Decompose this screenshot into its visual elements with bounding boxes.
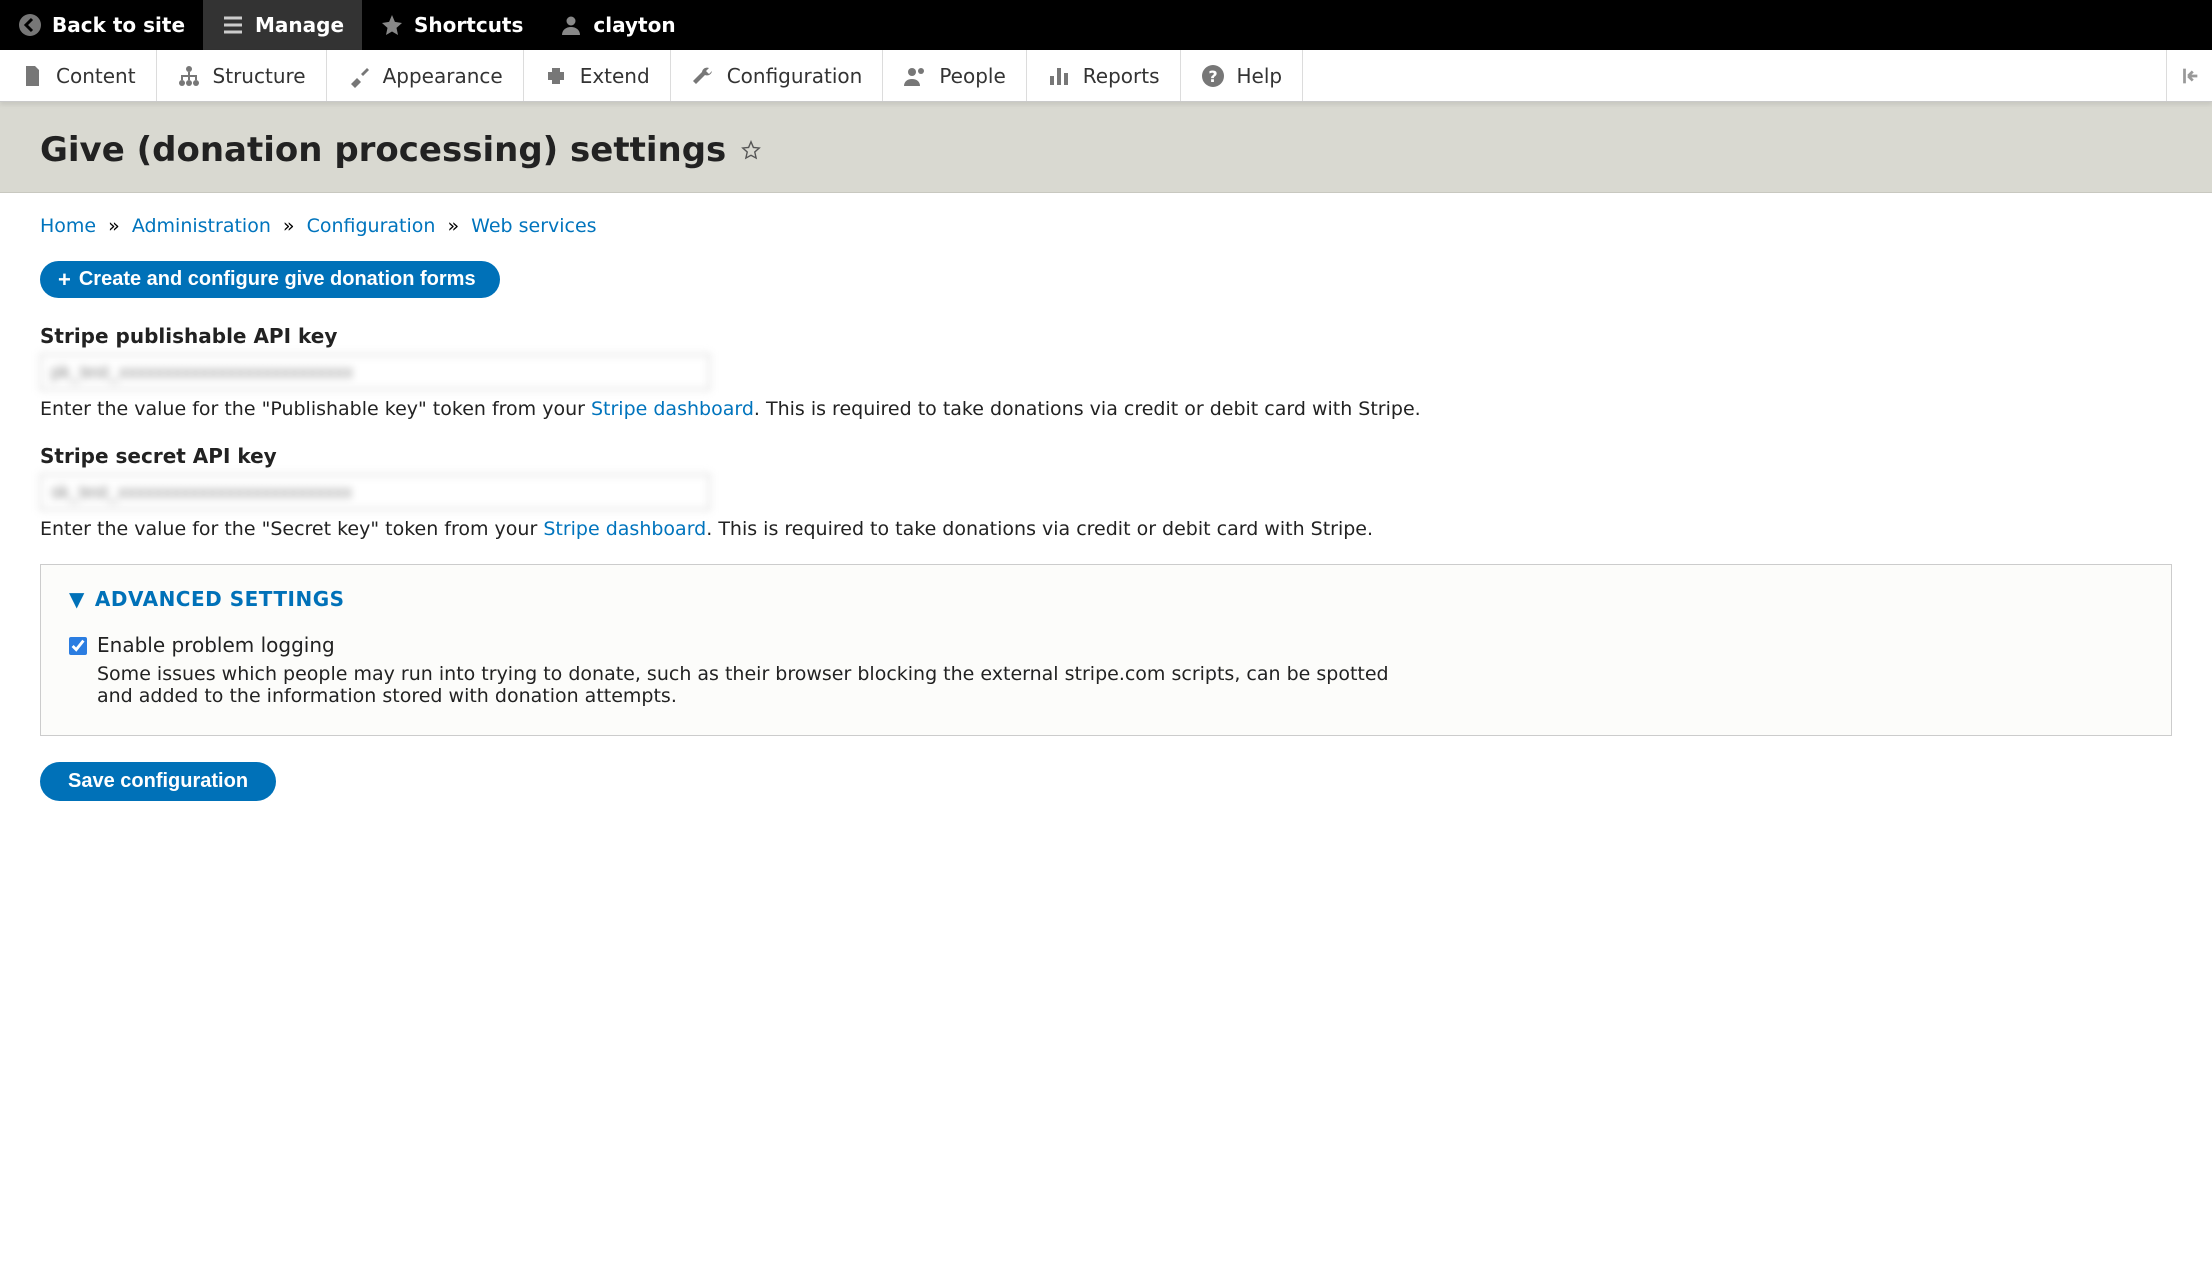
bar-chart-icon <box>1047 64 1071 88</box>
people-icon <box>903 64 927 88</box>
admin-menu-label: People <box>939 64 1005 88</box>
create-forms-label: Create and configure give donation forms <box>79 268 476 291</box>
back-icon <box>18 13 42 37</box>
collapse-icon <box>2179 65 2201 87</box>
save-button[interactable]: Save configuration <box>40 762 276 801</box>
save-label: Save configuration <box>68 770 248 792</box>
breadcrumb-sep: » <box>441 215 465 237</box>
triangle-down-icon: ▼ <box>69 587 85 611</box>
star-outline-icon[interactable] <box>740 139 762 161</box>
enable-logging-description: Some issues which people may run into tr… <box>97 663 1397 707</box>
secret-description: Enter the value for the "Secret key" tok… <box>40 518 2172 540</box>
breadcrumb-link-home[interactable]: Home <box>40 215 96 237</box>
manage-button[interactable]: Manage <box>203 0 362 50</box>
admin-menu-structure[interactable]: Structure <box>157 50 327 101</box>
advanced-settings-title: ADVANCED SETTINGS <box>95 587 345 611</box>
admin-menu-reports[interactable]: Reports <box>1027 50 1181 101</box>
user-button[interactable]: clayton <box>541 0 693 50</box>
admin-menu-label: Structure <box>213 64 306 88</box>
user-icon <box>559 13 583 37</box>
admin-menu-appearance[interactable]: Appearance <box>327 50 524 101</box>
admin-menu-label: Content <box>56 64 136 88</box>
admin-menu-extend[interactable]: Extend <box>524 50 671 101</box>
admin-menu-label: Extend <box>580 64 650 88</box>
advanced-settings-body: Enable problem logging Some issues which… <box>69 633 2143 707</box>
pubkey-desc-pre: Enter the value for the "Publishable key… <box>40 398 591 420</box>
stripe-dashboard-link[interactable]: Stripe dashboard <box>591 398 754 420</box>
toolbar: Back to site Manage Shortcuts clayton <box>0 0 2212 50</box>
admin-menu-help[interactable]: ? Help <box>1181 50 1304 101</box>
admin-menu-configuration[interactable]: Configuration <box>671 50 884 101</box>
hierarchy-icon <box>177 64 201 88</box>
collapse-toolbar-button[interactable] <box>2166 50 2212 101</box>
admin-menu-label: Reports <box>1083 64 1160 88</box>
secret-desc-post: . This is required to take donations via… <box>706 518 1373 540</box>
pubkey-label: Stripe publishable API key <box>40 324 2172 348</box>
hamburger-icon <box>221 13 245 37</box>
back-label: Back to site <box>52 13 185 37</box>
back-to-site-button[interactable]: Back to site <box>0 0 203 50</box>
breadcrumb-sep: » <box>277 215 301 237</box>
help-icon: ? <box>1201 64 1225 88</box>
admin-menu-content[interactable]: Content <box>0 50 157 101</box>
manage-label: Manage <box>255 13 344 37</box>
page-title: Give (donation processing) settings <box>40 130 726 170</box>
secret-desc-pre: Enter the value for the "Secret key" tok… <box>40 518 543 540</box>
secret-field-wrapper: Stripe secret API key Enter the value fo… <box>40 444 2172 540</box>
advanced-settings-fieldset: ▼ ADVANCED SETTINGS Enable problem loggi… <box>40 564 2172 736</box>
create-forms-button[interactable]: + Create and configure give donation for… <box>40 261 500 298</box>
secret-label: Stripe secret API key <box>40 444 2172 468</box>
breadcrumb-sep: » <box>102 215 126 237</box>
advanced-settings-summary[interactable]: ▼ ADVANCED SETTINGS <box>69 587 2143 611</box>
content-region: Home » Administration » Configuration » … <box>0 193 2212 841</box>
stripe-dashboard-link[interactable]: Stripe dashboard <box>543 518 706 540</box>
admin-menu-label: Help <box>1237 64 1283 88</box>
wrench-icon <box>691 64 715 88</box>
paintbrush-icon <box>347 64 371 88</box>
plus-icon: + <box>58 269 71 291</box>
pubkey-description: Enter the value for the "Publishable key… <box>40 398 2172 420</box>
pubkey-input[interactable] <box>40 354 710 390</box>
svg-text:?: ? <box>1208 67 1217 86</box>
admin-menu: Content Structure Appearance Extend Conf… <box>0 50 2212 102</box>
pubkey-field-wrapper: Stripe publishable API key Enter the val… <box>40 324 2172 420</box>
star-icon <box>380 13 404 37</box>
enable-logging-label[interactable]: Enable problem logging <box>97 633 335 657</box>
shortcuts-button[interactable]: Shortcuts <box>362 0 541 50</box>
user-label: clayton <box>593 13 675 37</box>
page-title-region: Give (donation processing) settings <box>0 102 2212 193</box>
breadcrumb-link-config[interactable]: Configuration <box>307 215 436 237</box>
admin-menu-label: Appearance <box>383 64 503 88</box>
admin-menu-people[interactable]: People <box>883 50 1026 101</box>
admin-menu-label: Configuration <box>727 64 863 88</box>
pubkey-desc-post: . This is required to take donations via… <box>754 398 1421 420</box>
breadcrumb: Home » Administration » Configuration » … <box>40 215 2172 237</box>
secret-input[interactable] <box>40 474 710 510</box>
enable-logging-checkbox[interactable] <box>69 637 87 655</box>
breadcrumb-link-admin[interactable]: Administration <box>132 215 271 237</box>
puzzle-icon <box>544 64 568 88</box>
shortcuts-label: Shortcuts <box>414 13 523 37</box>
breadcrumb-link-webservices[interactable]: Web services <box>471 215 596 237</box>
file-icon <box>20 64 44 88</box>
